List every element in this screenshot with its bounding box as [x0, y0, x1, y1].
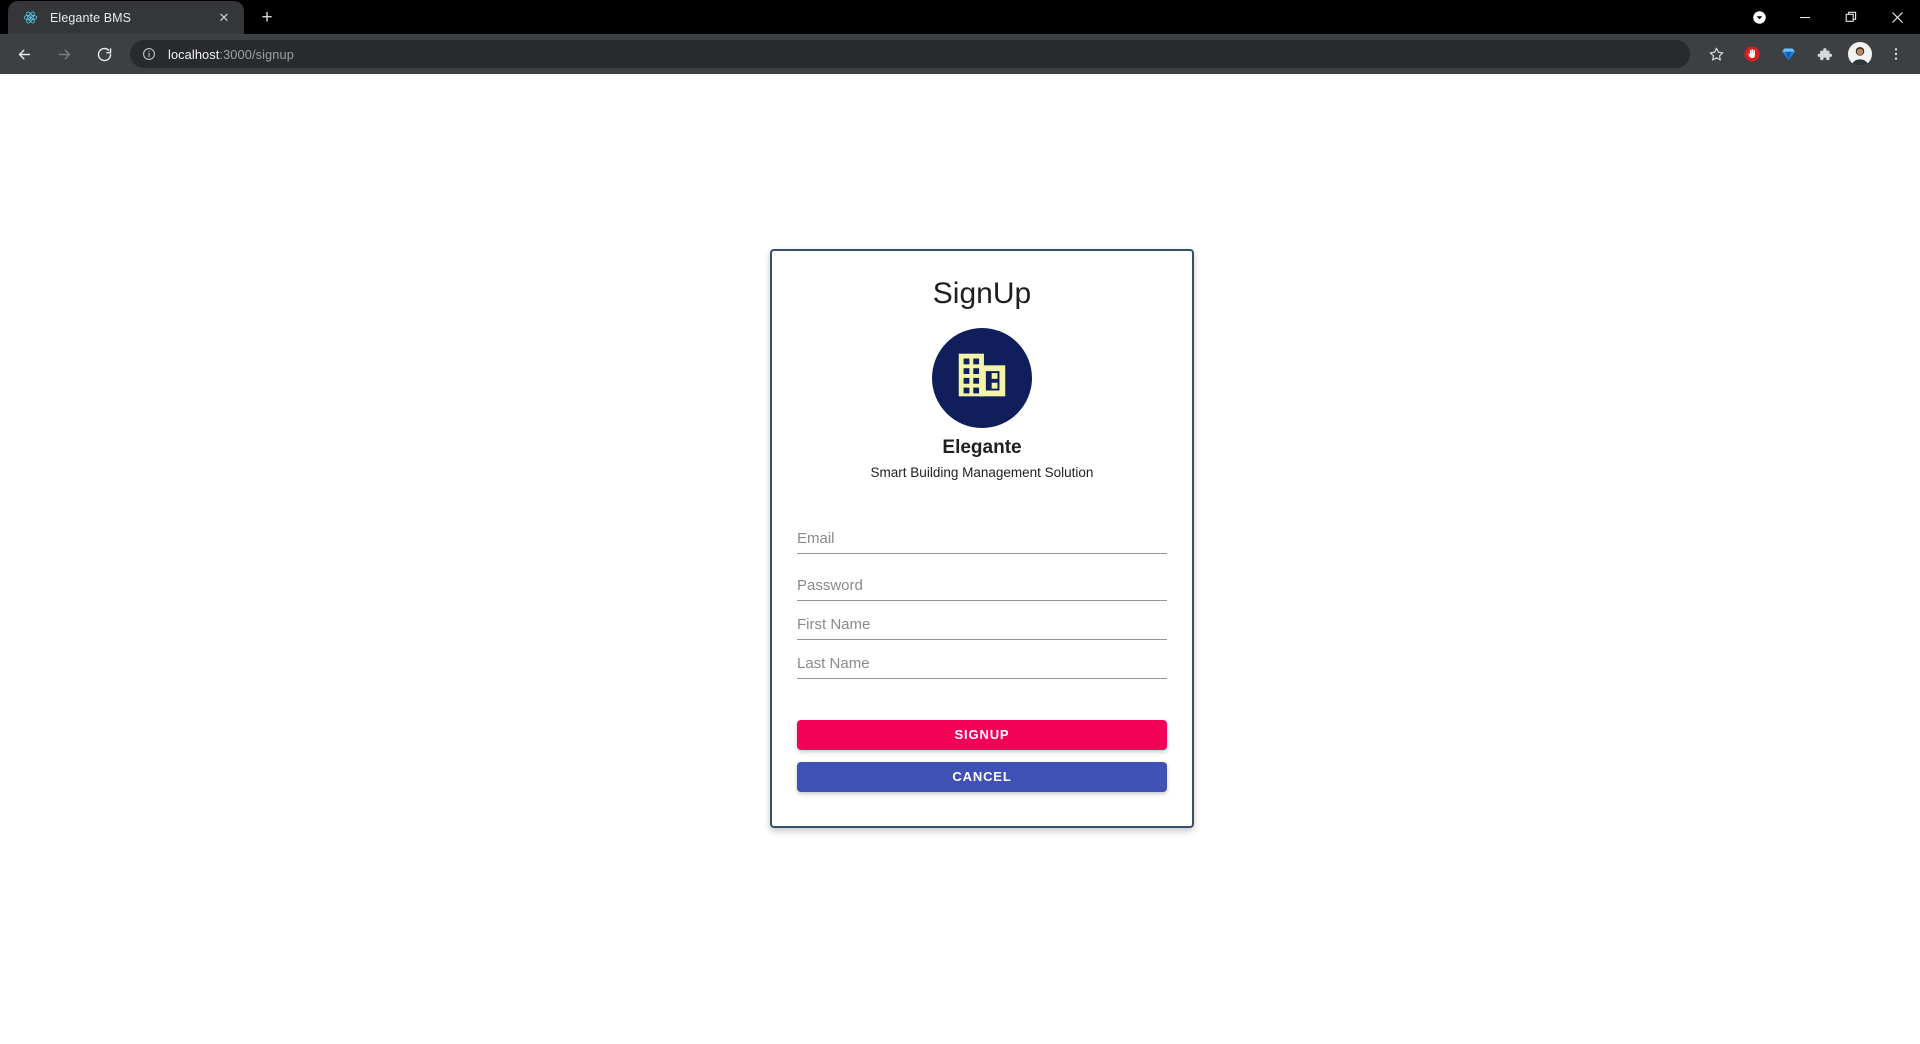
signup-form: SIGNUP CANCEL: [796, 522, 1168, 793]
puzzle-piece-icon[interactable]: [1810, 40, 1838, 68]
close-window-button[interactable]: [1874, 0, 1920, 34]
download-indicator-icon[interactable]: [1736, 0, 1782, 34]
maximize-window-button[interactable]: [1828, 0, 1874, 34]
first-name-field[interactable]: [797, 616, 1167, 640]
url-host: localhost: [168, 46, 220, 62]
info-circle-icon[interactable]: [141, 46, 157, 62]
email-field[interactable]: [797, 530, 1167, 554]
avatar: [1848, 42, 1872, 66]
back-arrow-icon[interactable]: [9, 39, 39, 69]
last-name-field[interactable]: [797, 655, 1167, 679]
adblock-stop-hand-icon[interactable]: [1738, 40, 1766, 68]
logo-circle: [932, 327, 1032, 428]
email-field-wrapper: [797, 522, 1167, 555]
blue-gem-icon[interactable]: [1774, 40, 1802, 68]
page-viewport: SignUp Elegante Smart Building Managemen…: [0, 74, 1920, 1044]
tab-strip: Elegante BMS ✕ +: [0, 0, 1920, 34]
browser-tab[interactable]: Elegante BMS ✕: [8, 1, 244, 34]
url-path: :3000/signup: [219, 46, 294, 62]
signup-card: SignUp Elegante Smart Building Managemen…: [770, 249, 1194, 829]
brand-tagline: Smart Building Management Solution: [870, 465, 1094, 481]
building-icon: [951, 344, 1013, 411]
minimize-window-button[interactable]: [1782, 0, 1828, 34]
three-dot-menu-icon[interactable]: [1882, 40, 1910, 68]
signup-button[interactable]: SIGNUP: [797, 720, 1167, 751]
page-title: SignUp: [932, 277, 1032, 310]
address-bar[interactable]: localhost:3000/signup: [130, 40, 1690, 68]
cancel-button[interactable]: CANCEL: [797, 762, 1167, 793]
last-name-field-wrapper: [797, 647, 1167, 680]
first-name-field-wrapper: [797, 608, 1167, 641]
react-logo-icon: [22, 9, 39, 26]
browser-window: Elegante BMS ✕ + localhost:3000/signup S…: [0, 0, 1920, 1044]
forward-arrow-icon: [49, 39, 79, 69]
password-field-wrapper: [797, 569, 1167, 602]
reload-icon[interactable]: [89, 39, 119, 69]
brand-name: Elegante: [942, 436, 1022, 458]
logo-container: [796, 327, 1168, 428]
tab-title: Elegante BMS: [50, 10, 132, 25]
window-controls: [1736, 0, 1920, 34]
password-field[interactable]: [797, 577, 1167, 601]
browser-toolbar: localhost:3000/signup: [0, 34, 1920, 74]
user-avatar-icon[interactable]: [1846, 40, 1874, 68]
bookmark-star-icon[interactable]: [1702, 40, 1730, 68]
new-tab-button[interactable]: +: [253, 3, 281, 31]
close-tab-icon[interactable]: ✕: [214, 8, 234, 28]
url-text: localhost:3000/signup: [168, 47, 294, 62]
